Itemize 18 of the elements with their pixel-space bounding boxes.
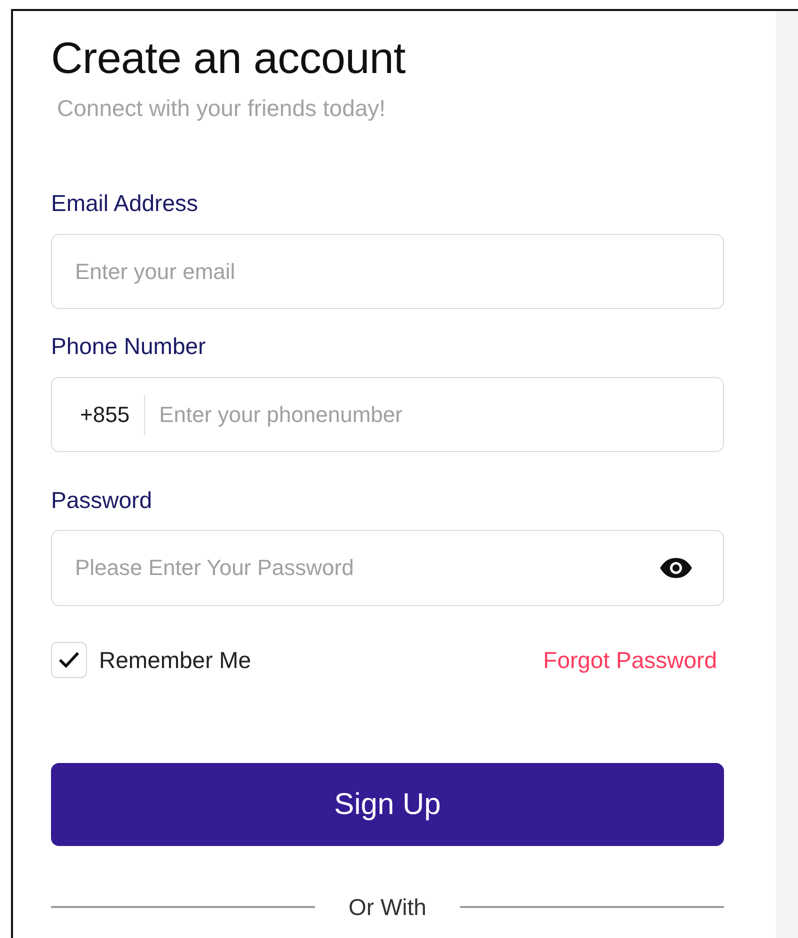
phone-field[interactable]: +855 Enter your phonenumber [51,377,724,452]
subtitle: Connect with your friends today! [57,94,386,122]
sign-up-button[interactable]: Sign Up [51,763,724,846]
text-input[interactable]: Enter your phonenumber [145,394,723,434]
text-input[interactable]: Enter your email [52,252,723,292]
email-field[interactable]: Enter your email [51,234,724,309]
field-label: Password [51,486,152,514]
field-label: Email Address [51,189,198,217]
field-label: Phone Number [51,332,206,360]
divider-text: Or With [348,893,426,921]
page-title: Create an account [51,34,406,84]
country-code: +855 [79,400,131,428]
eye-icon[interactable] [659,557,693,579]
password-field[interactable]: Please Enter Your Password [51,530,724,606]
checkbox[interactable] [51,642,87,678]
checkbox-label: Remember Me [99,646,252,674]
check-icon [58,651,80,669]
text-input[interactable]: Please Enter Your Password [52,548,659,588]
